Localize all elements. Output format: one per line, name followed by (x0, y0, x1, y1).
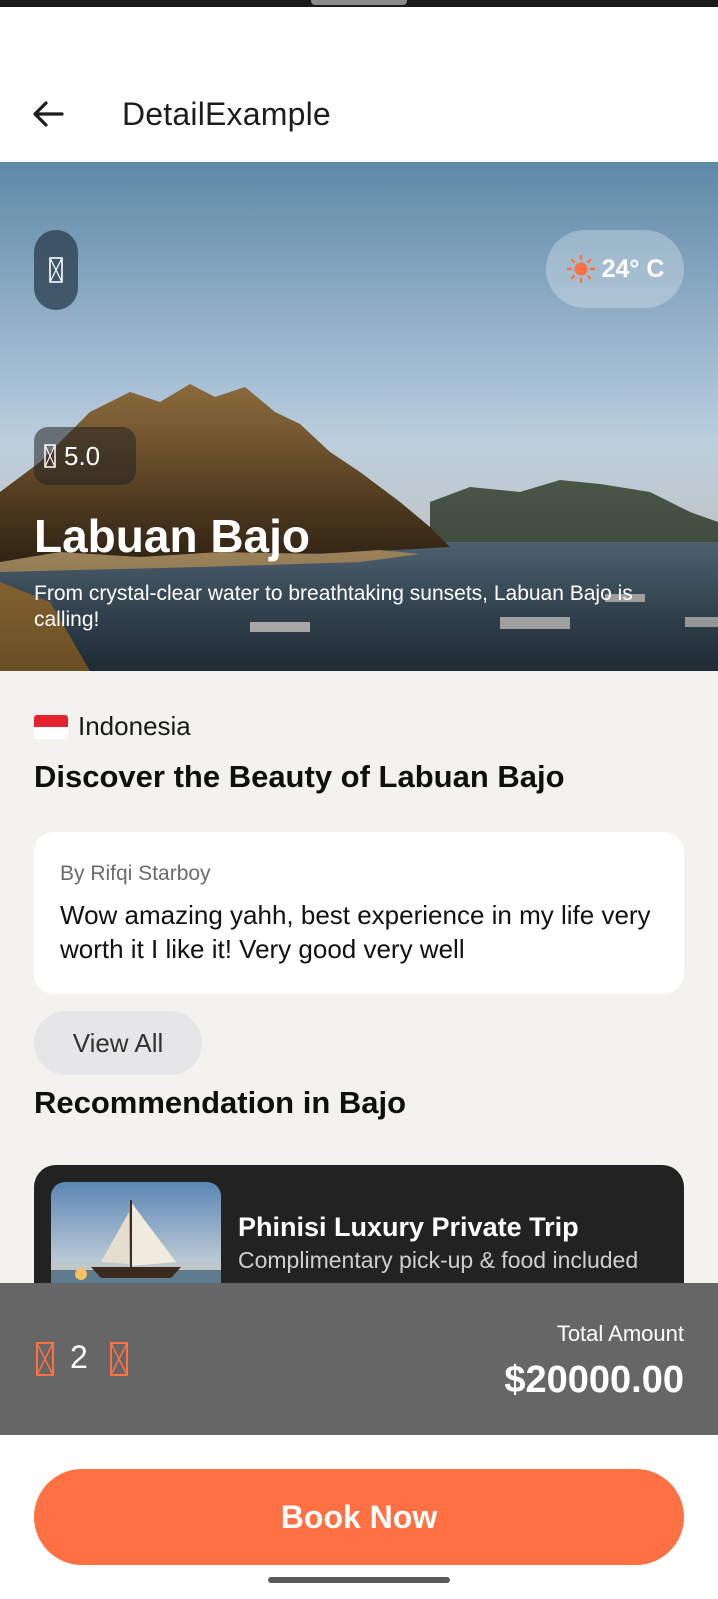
review-card: By Rifqi Starboy Wow amazing yahh, best … (34, 832, 684, 994)
review-text: Wow amazing yahh, best experience in my … (60, 900, 651, 964)
recommendation-subtitle: Complimentary pick-up & food included (238, 1247, 639, 1273)
weather-badge: 24° C (546, 230, 684, 308)
missing-glyph-icon (44, 444, 56, 468)
save-bookmark-button[interactable] (34, 230, 78, 310)
quantity-value: 2 (70, 1339, 88, 1375)
destination-subtitle: From crystal-clear water to breathtaking… (34, 582, 633, 631)
arrow-left-icon (33, 101, 64, 127)
destination-title: Labuan Bajo (34, 510, 311, 562)
total-amount-label: Total Amount (556, 1321, 684, 1346)
missing-glyph-icon (49, 257, 63, 283)
section-heading-recommendation: Recommendation in Bajo (34, 1085, 407, 1120)
decrease-quantity-button[interactable] (34, 1341, 56, 1377)
section-heading-discover: Discover the Beauty of Labuan Bajo (34, 759, 565, 794)
recommendation-title: Phinisi Luxury Private Trip (238, 1212, 579, 1242)
country-name: Indonesia (78, 711, 191, 741)
missing-glyph-icon (36, 1342, 54, 1376)
status-notch (311, 0, 407, 5)
sun-icon (566, 254, 595, 284)
detail-content: Indonesia Discover the Beauty of Labuan … (0, 671, 718, 1315)
hero-banner: 24° C 5.0 Labuan Bajo From crystal-clear… (0, 162, 718, 671)
book-now-button[interactable]: Book Now (34, 1469, 684, 1565)
rating-value: 5.0 (64, 440, 101, 471)
review-author: By Rifqi Starboy (60, 862, 211, 885)
weather-temperature: 24° C (601, 254, 665, 283)
page-title: DetailExample (122, 96, 331, 132)
booking-footer: Book Now (0, 1435, 718, 1599)
home-indicator (268, 1577, 450, 1583)
status-bar (0, 0, 718, 7)
country-row: Indonesia (34, 711, 191, 742)
rating-badge: 5.0 (34, 427, 136, 485)
view-all-button[interactable]: View All (34, 1011, 202, 1075)
back-button[interactable] (26, 92, 70, 136)
indonesia-flag-icon (34, 714, 68, 739)
increase-quantity-button[interactable] (108, 1341, 130, 1377)
total-amount-value: $20000.00 (504, 1359, 684, 1401)
order-summary-bar: 2 Total Amount $20000.00 (0, 1283, 718, 1435)
missing-glyph-icon (110, 1342, 128, 1376)
app-bar: DetailExample (0, 70, 718, 162)
